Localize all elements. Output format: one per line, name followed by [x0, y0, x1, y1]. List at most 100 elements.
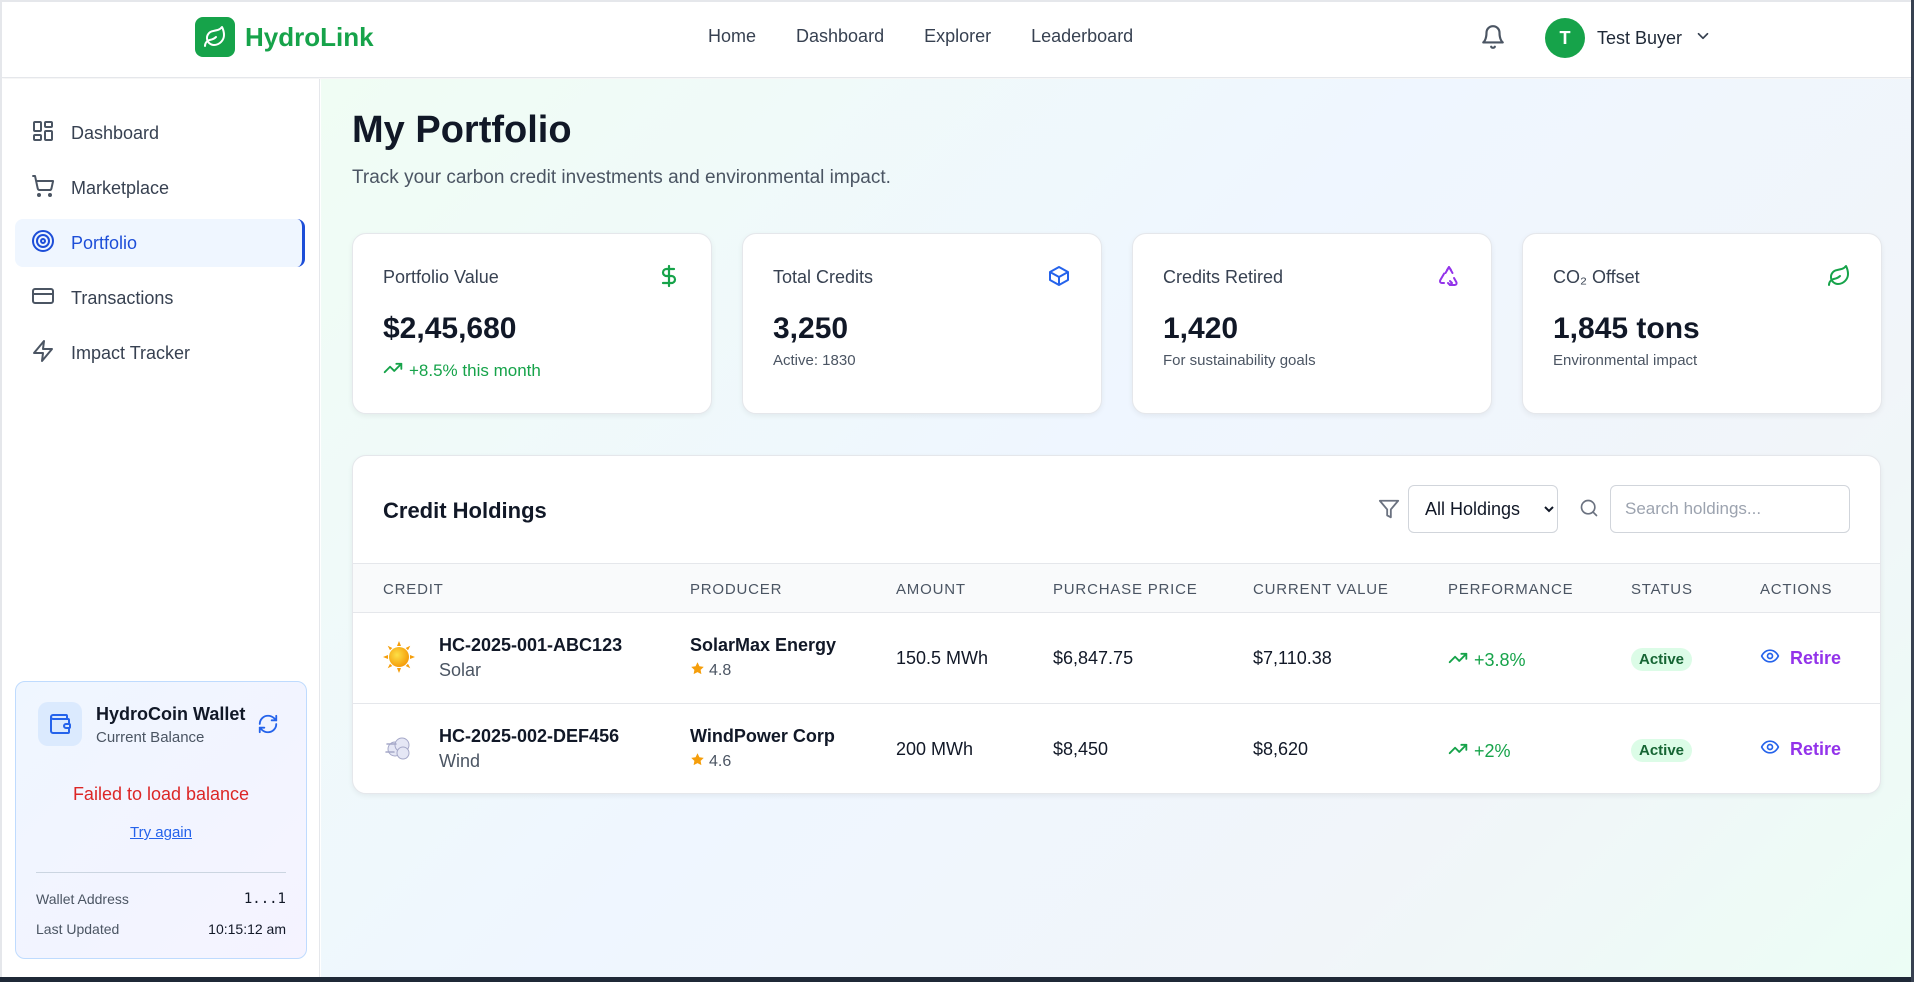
stat-label: CO₂ Offset — [1553, 267, 1640, 287]
dollar-icon — [657, 264, 681, 293]
cart-icon — [31, 174, 55, 203]
leaf-logo-icon — [195, 17, 235, 57]
sidebar-item-label: Marketplace — [71, 177, 170, 198]
trending-up-icon — [1448, 739, 1468, 764]
stat-value: 1,845 tons — [1553, 312, 1700, 345]
current-value-cell: $7,110.38 — [1253, 648, 1332, 668]
stat-value: 1,420 — [1163, 312, 1239, 345]
credit-type: Solar — [439, 660, 482, 680]
stat-label: Portfolio Value — [383, 267, 499, 287]
column-header-purchase-price: Purchase Price — [1053, 581, 1198, 598]
amount-cell: 200 MWh — [896, 739, 974, 759]
bolt-icon — [31, 339, 55, 368]
bell-icon[interactable] — [1480, 24, 1506, 55]
sidebar-item-label: Impact Tracker — [71, 342, 191, 363]
chevron-down-icon — [1694, 27, 1712, 50]
stat-label: Credits Retired — [1163, 267, 1284, 287]
wallet-address-value: 1...1 — [243, 891, 286, 907]
credit-type: Wind — [439, 751, 481, 771]
search-icon — [1579, 498, 1599, 523]
refresh-icon[interactable] — [257, 713, 279, 740]
sun-icon — [383, 641, 415, 673]
performance-value: +2% — [1474, 741, 1511, 761]
producer-name: SolarMax Energy — [690, 635, 837, 655]
target-icon — [31, 229, 55, 258]
sidebar-item-label: Dashboard — [71, 122, 160, 143]
credit-id: HC-2025-002-DEF456 — [439, 726, 620, 746]
sidebar-item-portfolio[interactable]: Portfolio — [15, 219, 305, 267]
sidebar-item-impact-tracker[interactable]: Impact Tracker — [15, 329, 305, 377]
amount-cell: 150.5 MWh — [896, 648, 989, 668]
nav-leaderboard[interactable]: Leaderboard — [1031, 26, 1133, 47]
nav-dashboard[interactable]: Dashboard — [796, 26, 884, 47]
producer-name: WindPower Corp — [690, 726, 835, 746]
table-row[interactable]: HC-2025-002-DEF456 Wind WindPower Corp 4… — [353, 704, 1880, 793]
column-header-credit: Credit — [383, 581, 444, 598]
stat-card-co2-offset: CO₂ Offset 1,845 tons Environmental impa… — [1522, 233, 1882, 414]
user-name: Test Buyer — [1597, 27, 1683, 48]
column-header-current-value: Current Value — [1253, 581, 1389, 598]
credit-id: HC-2025-001-ABC123 — [439, 635, 623, 655]
table-header: Credit Producer Amount Purchase Price Cu… — [353, 563, 1880, 613]
cube-icon — [1047, 264, 1071, 293]
wind-icon — [383, 732, 415, 764]
top-navbar: HydroLink Home Dashboard Explorer Leader… — [2, 2, 1911, 78]
status-badge: Active — [1631, 648, 1693, 671]
nav-explorer[interactable]: Explorer — [924, 26, 991, 47]
retire-button[interactable]: Retire — [1790, 648, 1841, 669]
holdings-filter-select[interactable]: All Holdings — [1408, 485, 1558, 533]
stat-card-total-credits: Total Credits 3,250 Active: 1830 — [742, 233, 1102, 414]
performance-cell: +2% — [1448, 739, 1511, 764]
stat-value: $2,45,680 — [383, 312, 517, 345]
column-header-actions: Actions — [1760, 581, 1833, 598]
recycle-icon — [1437, 264, 1461, 293]
producer-rating: 4.8 — [690, 661, 731, 681]
sidebar: Dashboard Marketplace Portfolio Transact… — [2, 79, 320, 977]
sidebar-item-marketplace[interactable]: Marketplace — [15, 164, 305, 212]
grid-icon — [31, 119, 55, 148]
stat-label: Total Credits — [773, 267, 874, 287]
wallet-error-message: Failed to load balance — [72, 784, 250, 804]
page-title: My Portfolio — [352, 109, 572, 151]
star-icon — [690, 752, 705, 772]
purchase-price-cell: $6,847.75 — [1053, 648, 1134, 668]
holdings-title: Credit Holdings — [383, 498, 547, 523]
page-subtitle: Track your carbon credit investments and… — [352, 167, 891, 188]
main-content: My Portfolio Track your carbon credit in… — [321, 79, 1911, 977]
column-header-producer: Producer — [690, 581, 783, 598]
last-updated-value: 10:15:12 am — [208, 921, 286, 937]
wallet-card: HydroCoin Wallet Current Balance Failed … — [15, 681, 307, 959]
last-updated-row: Last Updated 10:15:12 am — [36, 921, 286, 937]
last-updated-label: Last Updated — [36, 921, 120, 937]
brand-logo[interactable]: HydroLink — [195, 17, 374, 57]
wallet-address-row: Wallet Address 1...1 — [36, 891, 286, 907]
table-row[interactable]: HC-2025-001-ABC123 Solar SolarMax Energy… — [353, 613, 1880, 704]
stat-value: 3,250 — [773, 312, 849, 345]
card-icon — [31, 284, 55, 313]
retire-button[interactable]: Retire — [1790, 739, 1841, 760]
sidebar-item-label: Portfolio — [71, 232, 138, 253]
eye-icon[interactable] — [1760, 646, 1780, 671]
wallet-icon — [38, 702, 82, 746]
user-menu[interactable]: T Test Buyer — [1545, 18, 1712, 58]
avatar: T — [1545, 18, 1585, 58]
trending-up-icon — [383, 358, 403, 383]
performance-value: +3.8% — [1474, 650, 1526, 670]
wallet-title: HydroCoin Wallet — [96, 704, 246, 724]
nav-home[interactable]: Home — [708, 26, 756, 47]
divider — [36, 872, 286, 873]
window-border-bottom — [0, 977, 1914, 982]
stat-note: Active: 1830 — [773, 352, 856, 369]
app-window: HydroLink Home Dashboard Explorer Leader… — [2, 2, 1911, 977]
try-again-link[interactable]: Try again — [16, 824, 306, 841]
sidebar-item-transactions[interactable]: Transactions — [15, 274, 305, 322]
sidebar-item-label: Transactions — [71, 287, 174, 308]
stat-card-credits-retired: Credits Retired 1,420 For sustainability… — [1132, 233, 1492, 414]
column-header-amount: Amount — [896, 581, 966, 598]
sidebar-item-dashboard[interactable]: Dashboard — [15, 109, 305, 157]
search-holdings-input[interactable] — [1610, 485, 1850, 533]
column-header-status: Status — [1631, 581, 1693, 598]
stat-note: Environmental impact — [1553, 352, 1698, 369]
stat-note: For sustainability goals — [1163, 352, 1316, 369]
eye-icon[interactable] — [1760, 737, 1780, 762]
